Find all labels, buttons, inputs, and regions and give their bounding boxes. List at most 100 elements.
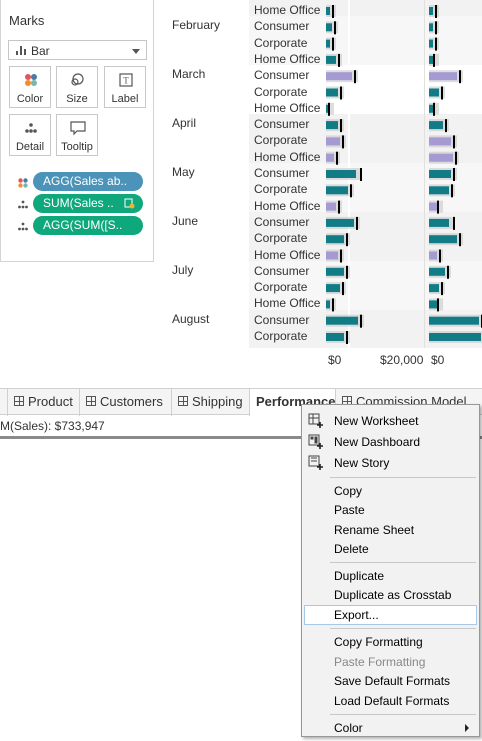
mark-type-label: Bar (31, 44, 50, 58)
menu-save-default-formats[interactable]: Save Default Formats (304, 671, 477, 690)
bar (326, 72, 352, 81)
menu-label: Load Default Formats (334, 694, 450, 708)
menu-label: Delete (334, 542, 369, 556)
bar (429, 88, 439, 97)
reference-tick (453, 216, 455, 230)
tab-product[interactable]: Product (8, 389, 80, 416)
reference-tick (459, 70, 461, 84)
bar (326, 137, 340, 146)
reference-warning-icon (124, 198, 135, 209)
marks-title: Marks (9, 13, 45, 28)
label-button[interactable]: T Label (104, 66, 146, 108)
bar (429, 186, 449, 195)
menu-label: New Dashboard (334, 435, 421, 449)
reference-tick (350, 184, 352, 198)
tab-customers[interactable]: Customers (80, 389, 172, 416)
size-button[interactable]: Size (56, 66, 98, 108)
menu-separator (330, 628, 476, 629)
menu-duplicate[interactable]: Duplicate (304, 566, 477, 585)
bar (326, 333, 344, 341)
detail-icon (25, 123, 37, 133)
sheet-context-menu: New Worksheet New Dashboard New Story Co… (301, 404, 480, 737)
reference-tick (340, 249, 342, 263)
menu-copy[interactable]: Copy (304, 481, 477, 500)
menu-rename-sheet[interactable]: Rename Sheet (304, 520, 477, 539)
menu-copy-formatting[interactable]: Copy Formatting (304, 632, 477, 651)
bar (326, 251, 338, 260)
chevron-down-icon (132, 49, 140, 54)
color-button[interactable]: Color (9, 66, 51, 108)
bar (326, 121, 338, 130)
reference-tick (332, 298, 334, 312)
bar (429, 267, 445, 276)
menu-load-default-formats[interactable]: Load Default Formats (304, 691, 477, 710)
detail-field-pill[interactable]: SUM(Sales .. (33, 194, 143, 213)
bar (429, 300, 437, 309)
menu-color[interactable]: Color (304, 718, 477, 737)
bar (326, 218, 354, 227)
reference-tick (360, 168, 362, 181)
menu-label: Duplicate (334, 569, 385, 583)
menu-duplicate-crosstab[interactable]: Duplicate as Crosstab (304, 585, 477, 604)
tab-label: Product (28, 394, 73, 409)
reference-tick (437, 200, 439, 214)
menu-label: Save Default Formats (334, 674, 451, 688)
bar (429, 235, 457, 244)
reference-tick (354, 70, 356, 84)
menu-export[interactable]: Export... (304, 605, 477, 625)
color-label: Color (16, 93, 44, 105)
tab-label: Shipping (192, 394, 243, 409)
tooltip-button[interactable]: Tooltip (56, 114, 98, 156)
bar (429, 284, 439, 293)
color-dots-icon (18, 178, 28, 188)
marks-card: Marks Bar Color Size T Label Detail Tool… (0, 0, 154, 262)
bar (429, 202, 437, 211)
menu-new-dashboard[interactable]: New Dashboard (304, 432, 477, 451)
bar (429, 104, 433, 113)
bar (429, 23, 433, 32)
bar (429, 137, 451, 146)
reference-tick (447, 265, 449, 279)
menu-paste[interactable]: Paste (304, 500, 477, 519)
tooltip-label: Tooltip (61, 141, 93, 153)
menu-label: Export... (334, 608, 379, 622)
reference-tick (435, 21, 437, 35)
tab-shipping[interactable]: Shipping (172, 389, 250, 416)
color-field-pill[interactable]: AGG(Sales ab.. (33, 172, 143, 191)
menu-new-worksheet[interactable]: New Worksheet (304, 411, 477, 430)
menu-label: Duplicate as Crosstab (334, 588, 452, 602)
tab-overflow (0, 389, 8, 416)
new-worksheet-icon (308, 413, 323, 428)
detail-button[interactable]: Detail (9, 114, 51, 156)
bar-chart-icon (16, 46, 26, 55)
detail-icon (18, 200, 28, 209)
reference-tick (435, 5, 437, 18)
label-label: Label (111, 93, 139, 105)
bar-marks (326, 5, 482, 344)
menu-delete[interactable]: Delete (304, 539, 477, 558)
detail-label: Detail (15, 141, 45, 153)
reference-tick (346, 331, 348, 344)
bar (326, 170, 356, 178)
worksheet-icon (14, 396, 24, 406)
bar (429, 121, 443, 130)
menu-label: New Worksheet (334, 414, 419, 428)
tab-label: Customers (100, 394, 163, 409)
menu-label: Copy (334, 484, 363, 498)
menu-new-story[interactable]: New Story (304, 453, 477, 472)
menu-label: Paste Formatting (334, 655, 426, 669)
bar (326, 153, 334, 162)
bar (326, 55, 336, 64)
bar (429, 39, 433, 48)
bar (326, 186, 348, 195)
reference-tick (346, 265, 348, 279)
reference-tick (455, 151, 457, 165)
reference-tick (459, 233, 461, 247)
mark-type-dropdown[interactable]: Bar (8, 40, 147, 60)
size-icon (71, 73, 84, 86)
detail-field-pill-2[interactable]: AGG(SUM([S.. (33, 216, 143, 235)
menu-label: Copy Formatting (334, 635, 423, 649)
menu-label: Color (334, 721, 363, 735)
svg-text:T: T (123, 76, 129, 86)
axis-tick-label: $0 (328, 353, 342, 367)
